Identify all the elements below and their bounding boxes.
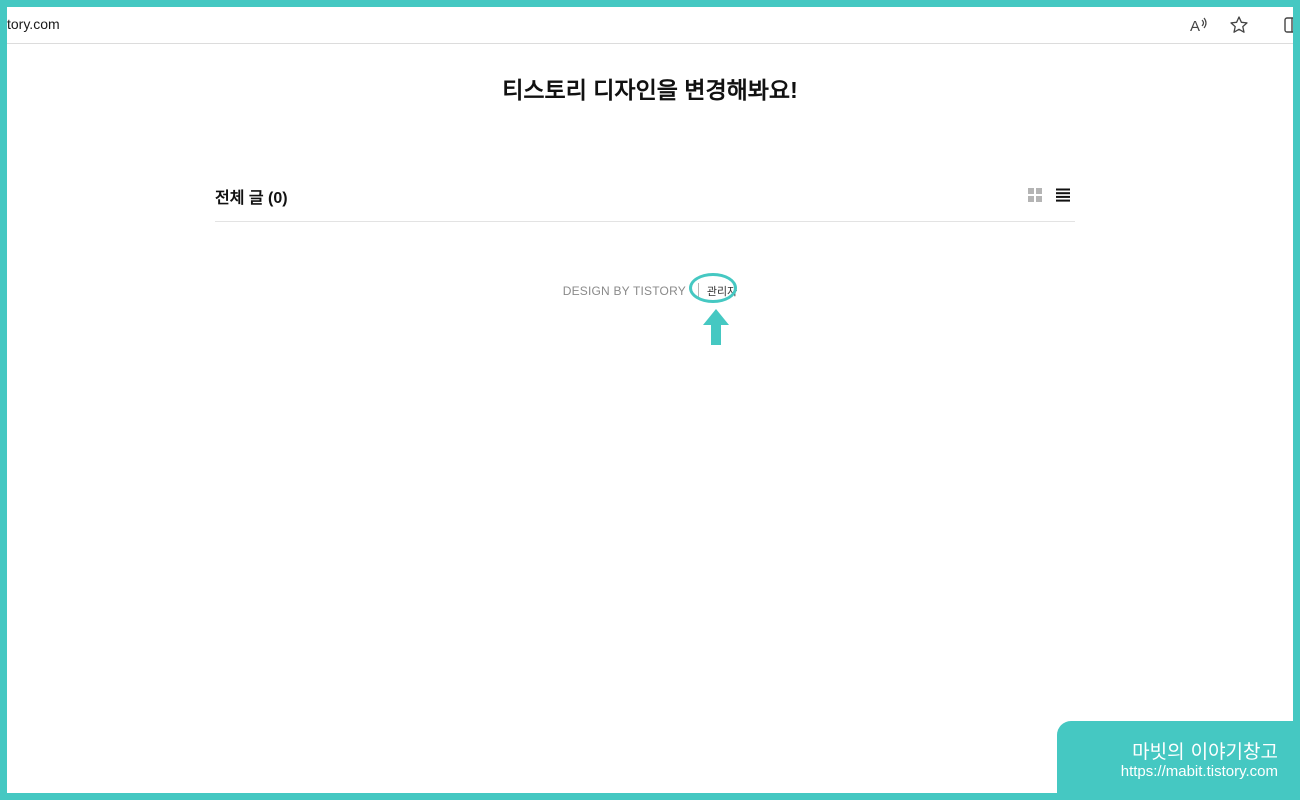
annotation-circle	[689, 273, 737, 303]
all-posts-title[interactable]: 전체 글 (0)	[215, 184, 288, 208]
svg-text:A: A	[1190, 18, 1200, 35]
list-view-icon[interactable]	[1055, 187, 1071, 203]
browser-window: tory.com A 티스토리 디자인을 변경해봐요! 전체 글 (0) DES…	[7, 7, 1293, 793]
up-arrow-annotation-icon	[703, 309, 729, 345]
blog-title: 티스토리 디자인을 변경해봐요!	[502, 77, 798, 103]
url-field[interactable]: tory.com	[7, 16, 60, 32]
design-by-tistory-text: DESIGN BY TISTORY	[562, 284, 686, 298]
watermark-title: 마빗의 이야기창고	[1132, 741, 1278, 763]
watermark-url: https://mabit.tistory.com	[1120, 763, 1278, 780]
read-aloud-icon[interactable]: A	[1189, 15, 1209, 35]
blog-footer: DESIGN BY TISTORY 관리자	[7, 283, 1293, 299]
post-list-header: 전체 글 (0)	[215, 181, 1075, 222]
watermark-badge: 마빗의 이야기창고 https://mabit.tistory.com	[1057, 721, 1300, 800]
sidebar-toggle-icon[interactable]	[1283, 15, 1293, 35]
favorite-star-icon[interactable]	[1229, 15, 1249, 35]
address-bar: tory.com A	[7, 7, 1293, 44]
grid-view-icon[interactable]	[1027, 187, 1043, 203]
